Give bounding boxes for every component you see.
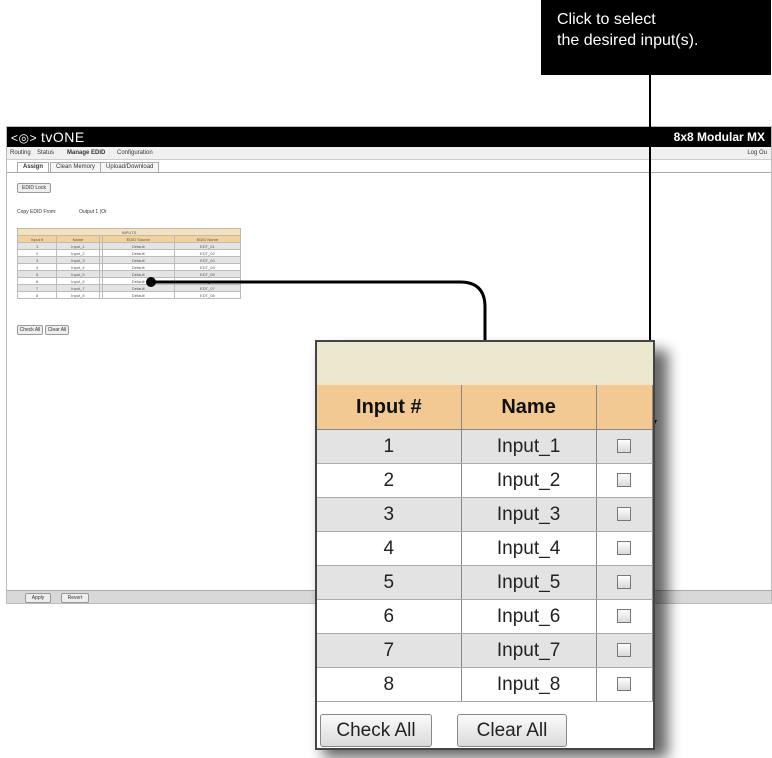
- table-row: 7 Input_7: [317, 633, 653, 668]
- table-row: 3 Input_3: [317, 497, 653, 532]
- inputs-title-band: [317, 342, 653, 386]
- input-checkbox[interactable]: [617, 677, 632, 692]
- select-cell: [596, 667, 653, 702]
- input-checkbox[interactable]: [617, 609, 632, 624]
- input-name: Input_1: [461, 429, 597, 464]
- input-number: 1: [317, 429, 462, 464]
- input-checkbox[interactable]: [617, 473, 632, 488]
- input-number: 4: [317, 531, 462, 566]
- select-cell: [596, 429, 653, 464]
- input-name: Input_6: [461, 599, 597, 634]
- select-cell: [596, 565, 653, 600]
- col-name: Name: [461, 385, 597, 430]
- input-checkbox[interactable]: [617, 439, 632, 454]
- table-row: 6 Input_6: [317, 599, 653, 634]
- select-cell: [596, 633, 653, 668]
- table-row: 4 Input_4: [317, 531, 653, 566]
- check-all-button[interactable]: Check All: [320, 714, 432, 747]
- col-select: [596, 385, 653, 430]
- input-number: 5: [317, 565, 462, 600]
- input-number: 6: [317, 599, 462, 634]
- input-name: Input_2: [461, 463, 597, 498]
- table-row: 5 Input_5: [317, 565, 653, 600]
- input-checkbox[interactable]: [617, 541, 632, 556]
- zoom-connector-dot: [146, 277, 156, 287]
- select-cell: [596, 497, 653, 532]
- input-number: 2: [317, 463, 462, 498]
- select-cell: [596, 463, 653, 498]
- input-number: 3: [317, 497, 462, 532]
- input-checkbox[interactable]: [617, 507, 632, 522]
- input-name: Input_3: [461, 497, 597, 532]
- input-name: Input_4: [461, 531, 597, 566]
- table-row: 1 Input_1: [317, 429, 653, 464]
- input-number: 8: [317, 667, 462, 702]
- zoom-connector-line: [151, 280, 487, 340]
- select-cell: [596, 531, 653, 566]
- col-input-number: Input #: [317, 385, 462, 430]
- input-number: 7: [317, 633, 462, 668]
- input-checkbox[interactable]: [617, 643, 632, 658]
- input-name: Input_7: [461, 633, 597, 668]
- input-name: Input_5: [461, 565, 597, 600]
- table-row: 8 Input_8: [317, 667, 653, 702]
- input-name: Input_8: [461, 667, 597, 702]
- zoomed-inputs-panel: Input # Name 1 Input_1 2 Input_2 3 Input_3 …: [315, 340, 655, 750]
- table-row: 2 Input_2: [317, 463, 653, 498]
- clear-all-button[interactable]: Clear All: [457, 714, 567, 747]
- inputs-table: Input # Name 1 Input_1 2 Input_2 3 Input_3 …: [317, 385, 653, 702]
- select-cell: [596, 599, 653, 634]
- input-checkbox[interactable]: [617, 575, 632, 590]
